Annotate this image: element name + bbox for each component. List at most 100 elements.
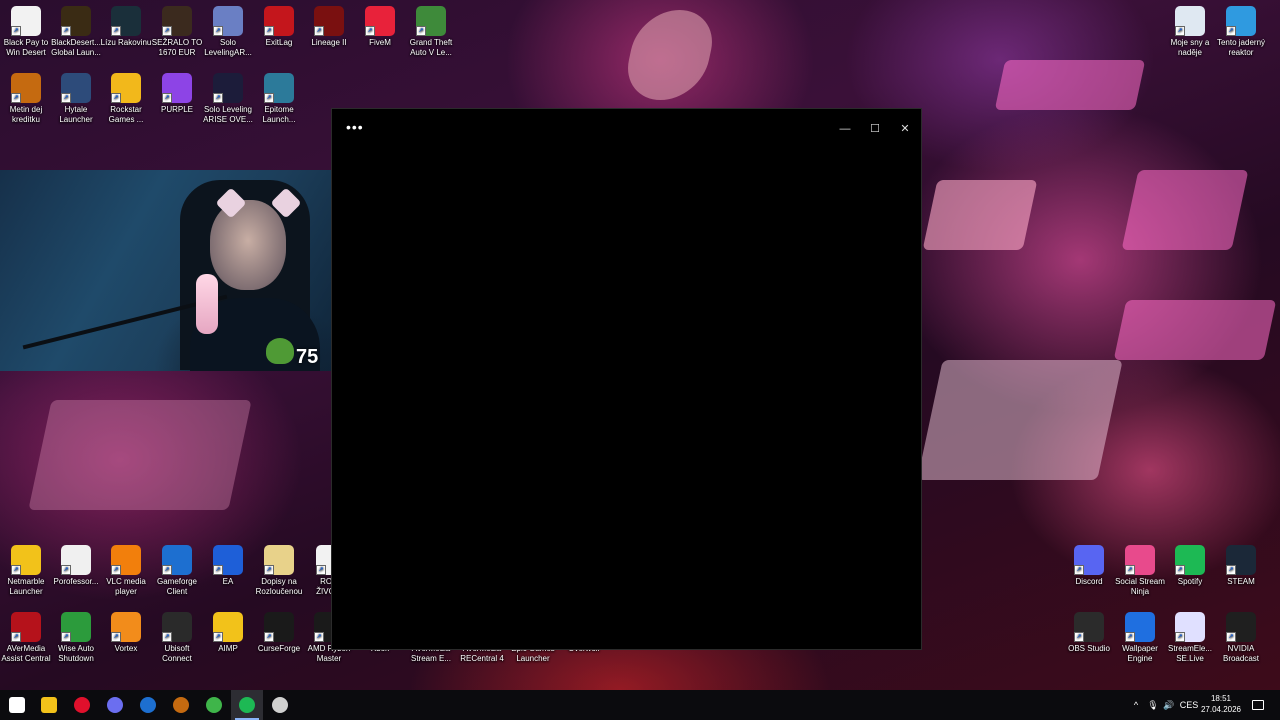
desktop-shortcut[interactable]: ↗ OBS Studio	[1063, 612, 1115, 654]
shortcut-label: Wise Auto Shutdown	[57, 644, 94, 663]
desktop-shortcut[interactable]: ↗ Grand Theft Auto V Le...	[405, 6, 457, 58]
shortcut-arrow-icon: ↗	[1074, 632, 1084, 642]
file-explorer-icon-glyph	[41, 697, 57, 713]
minimize-button[interactable]: —	[830, 119, 860, 139]
shortcut-label: Vortex	[114, 644, 138, 653]
shortcut-arrow-icon: ↗	[11, 26, 21, 36]
shortcut-arrow-icon: ↗	[111, 565, 121, 575]
taskbar-clock[interactable]: 18:51 27.04.2026	[1198, 693, 1244, 715]
shortcut-label: Porofessor...	[53, 577, 99, 586]
steam-icon: ↗	[1226, 545, 1256, 575]
tray-chevron-icon[interactable]: ^	[1128, 690, 1144, 720]
app-window[interactable]: ••• — ☐ ✕	[331, 108, 922, 650]
shortcut-label: Metin dej kreditku	[9, 105, 43, 124]
desktop-shortcut[interactable]: ↗ VLC media player	[100, 545, 152, 597]
shortcut-arrow-icon: ↗	[264, 93, 274, 103]
close-button[interactable]: ✕	[890, 119, 920, 139]
gameforge-taskbar-icon[interactable]	[132, 690, 164, 720]
desktop-shortcut[interactable]: ↗ NVIDIA Broadcast	[1215, 612, 1267, 664]
desktop-shortcut[interactable]: ↗ Tento jaderný reaktor	[1215, 6, 1267, 58]
shortcut-arrow-icon: ↗	[1226, 565, 1236, 575]
notification-center-icon[interactable]	[1248, 690, 1268, 720]
window-menu-button[interactable]: •••	[346, 119, 364, 135]
shortcut-arrow-icon: ↗	[162, 26, 172, 36]
desktop-shortcut[interactable]: ↗ Wise Auto Shutdown	[50, 612, 102, 664]
desktop-shortcut[interactable]: ↗ Spotify	[1164, 545, 1216, 587]
desktop-shortcut[interactable]: ↗ STEAM	[1215, 545, 1267, 587]
desktop-shortcut[interactable]: ↗ Porofessor...	[50, 545, 102, 587]
desktop-shortcut[interactable]: ↗ Dopisy na Rozloučenou	[253, 545, 305, 597]
this-pc-icon: ↗	[1226, 6, 1256, 36]
shortcut-label: FiveM	[369, 38, 391, 47]
shortcut-arrow-icon: ↗	[1226, 26, 1236, 36]
desktop-shortcut[interactable]: ↗ Solo Leveling ARISE OVE...	[202, 73, 254, 125]
chat-app-icon[interactable]	[99, 690, 131, 720]
vlc-icon: ↗	[111, 545, 141, 575]
shortcut-label: Ubisoft Connect	[162, 644, 192, 663]
shortcut-arrow-icon: ↗	[213, 632, 223, 642]
wallpaper-engine-icon: ↗	[1125, 612, 1155, 642]
recycle-bin-icon: ↗	[1175, 6, 1205, 36]
league-of-legends-icon: ↗	[111, 6, 141, 36]
desktop-shortcut[interactable]: ↗ Social Stream Ninja	[1114, 545, 1166, 597]
streamer-tool-icon[interactable]	[198, 690, 230, 720]
desktop-shortcut[interactable]: ↗ Vortex	[100, 612, 152, 654]
webcam-overlay: 75	[0, 170, 359, 371]
shortcut-arrow-icon: ↗	[1175, 565, 1185, 575]
microphone-icon[interactable]: 🎙	[1145, 690, 1161, 720]
shortcut-label: Social Stream Ninja	[1115, 577, 1165, 596]
desktop-shortcut[interactable]: ↗ Wallpaper Engine	[1114, 612, 1166, 664]
desktop-shortcut[interactable]: ↗ Ubisoft Connect	[151, 612, 203, 664]
ubisoft-icon: ↗	[162, 612, 192, 642]
desktop-shortcut[interactable]: ↗ BlackDesert... Global Laun...	[50, 6, 102, 58]
shortcut-label: CurseForge	[257, 644, 301, 653]
desktop-shortcut[interactable]: ↗ FiveM	[354, 6, 406, 48]
wise-shutdown-icon: ↗	[61, 612, 91, 642]
desktop-shortcut[interactable]: ↗ Moje sny a naděje	[1164, 6, 1216, 58]
opera-icon-glyph	[74, 697, 90, 713]
desktop-shortcut[interactable]: ↗ Netmarble Launcher	[0, 545, 52, 597]
shortcut-label: Rockstar Games ...	[108, 105, 144, 124]
desktop-shortcut[interactable]: ↗ Lineage II	[303, 6, 355, 48]
epitome-icon: ↗	[264, 73, 294, 103]
desktop-shortcut[interactable]: ↗ SEŽRALO TO 1670 EUR	[151, 6, 203, 58]
volume-icon[interactable]: 🔊	[1161, 690, 1177, 720]
desktop-shortcut[interactable]: ↗ Black Pay to Win Desert	[0, 6, 52, 58]
obs-taskbar-icon[interactable]	[264, 690, 296, 720]
maximize-button[interactable]: ☐	[860, 119, 890, 139]
window-titlebar[interactable]: ••• — ☐ ✕	[332, 109, 921, 149]
opera-icon[interactable]	[66, 690, 98, 720]
shortcut-arrow-icon: ↗	[314, 26, 324, 36]
shortcut-arrow-icon: ↗	[213, 26, 223, 36]
desktop-shortcut[interactable]: ↗ Gameforge Client	[151, 545, 203, 597]
porofessor-icon: ↗	[61, 545, 91, 575]
shortcut-label: Tento jaderný reaktor	[1216, 38, 1266, 57]
desktop-shortcut[interactable]: ↗ CurseForge	[253, 612, 305, 654]
desktop-shortcut[interactable]: ↗ Epitome Launch...	[253, 73, 305, 125]
metin2-taskbar-icon[interactable]	[165, 690, 197, 720]
desktop-shortcut[interactable]: ↗ EA	[202, 545, 254, 587]
shortcut-label: Solo LevelingAR...	[204, 38, 252, 57]
desktop-shortcut[interactable]: ↗ ExitLag	[253, 6, 305, 48]
desktop-shortcut[interactable]: ↗ Rockstar Games ...	[100, 73, 152, 125]
shortcut-label: Grand Theft Auto V Le...	[409, 38, 453, 57]
shortcut-label: Epitome Launch...	[262, 105, 296, 124]
desktop-shortcut[interactable]: ↗ StreamEle... SE.Live	[1164, 612, 1216, 664]
desktop-shortcut[interactable]: ↗ Hytale Launcher	[50, 73, 102, 125]
discord-icon: ↗	[1074, 545, 1104, 575]
desktop-shortcut[interactable]: ↗ Metin dej kreditku	[0, 73, 52, 125]
desktop-shortcut[interactable]: ↗ Lízu Rakovinu	[100, 6, 152, 48]
ea-icon: ↗	[213, 545, 243, 575]
spotify-taskbar-icon[interactable]	[231, 690, 263, 720]
desktop-shortcut[interactable]: ↗ Solo LevelingAR...	[202, 6, 254, 58]
shortcut-label: Lineage II	[311, 38, 347, 47]
shortcut-label: EA	[222, 577, 234, 586]
desktop-shortcut[interactable]: ↗ PURPLE	[151, 73, 203, 115]
start-icon[interactable]	[1, 690, 33, 720]
desktop-shortcut[interactable]: ↗ AVerMedia Assist Central	[0, 612, 52, 664]
desktop-shortcut[interactable]: ↗ Discord	[1063, 545, 1115, 587]
shortcut-label: Lízu Rakovinu	[100, 38, 152, 47]
desktop-shortcut[interactable]: ↗ AIMP	[202, 612, 254, 654]
language-indicator[interactable]: CES	[1178, 690, 1200, 720]
file-explorer-icon[interactable]	[33, 690, 65, 720]
